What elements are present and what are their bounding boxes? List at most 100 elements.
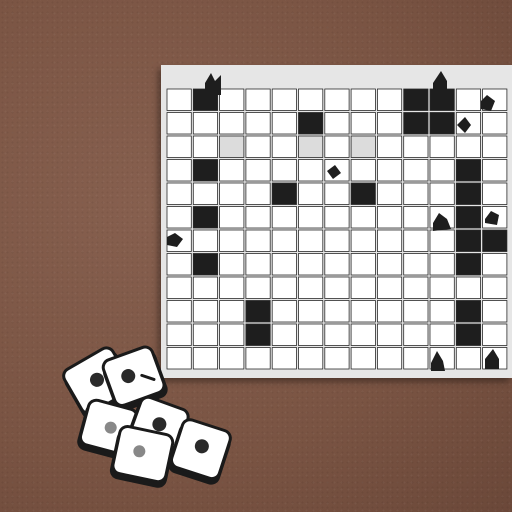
grid-cell[interactable]	[482, 300, 508, 323]
grid-cell[interactable]	[376, 88, 403, 111]
grid-cell[interactable]	[376, 229, 403, 252]
grid-cell[interactable]	[429, 135, 455, 158]
grid-cell[interactable]	[324, 88, 350, 111]
grid-cell[interactable]	[403, 253, 429, 276]
grid-cell[interactable]	[271, 276, 297, 299]
grid-cell[interactable]	[455, 347, 481, 370]
grid-cell[interactable]	[376, 253, 403, 276]
grid-cell[interactable]	[245, 276, 271, 299]
grid-cell[interactable]	[271, 253, 297, 276]
grid-cell-shaded[interactable]	[298, 135, 324, 158]
grid-cell[interactable]	[192, 276, 218, 299]
grid-cell[interactable]	[298, 182, 324, 205]
grid-cell[interactable]	[271, 229, 297, 252]
grid-cell[interactable]	[376, 347, 403, 370]
grid-cell[interactable]	[192, 347, 218, 370]
grid-cell[interactable]	[219, 159, 245, 182]
grid-cell[interactable]	[350, 347, 376, 370]
grid-cell[interactable]	[403, 159, 429, 182]
grid-cell[interactable]	[245, 229, 271, 252]
grid-cell[interactable]	[245, 159, 271, 182]
grid-cell[interactable]	[298, 229, 324, 252]
grid-cell[interactable]	[166, 300, 192, 323]
grid-cell[interactable]	[403, 182, 429, 205]
grid-cell[interactable]	[324, 135, 350, 158]
grid-cell[interactable]	[245, 135, 271, 158]
grid-cell[interactable]	[298, 206, 324, 229]
grid-cell[interactable]	[192, 300, 218, 323]
grid-cell[interactable]	[271, 159, 297, 182]
grid-cell[interactable]	[271, 112, 297, 135]
grid-cell[interactable]	[482, 276, 508, 299]
grid-cell[interactable]	[245, 88, 271, 111]
grid-cell[interactable]	[245, 182, 271, 205]
grid-cell[interactable]	[455, 135, 481, 158]
grid-cell[interactable]	[298, 159, 324, 182]
grid-cell[interactable]	[376, 206, 403, 229]
grid-cell[interactable]	[482, 135, 508, 158]
grid-cell[interactable]	[482, 159, 508, 182]
grid-cell[interactable]	[324, 112, 350, 135]
grid-cell[interactable]	[324, 229, 350, 252]
grid-cell[interactable]	[350, 276, 376, 299]
grid-cell[interactable]	[429, 159, 455, 182]
grid-cell[interactable]	[271, 347, 297, 370]
grid-cell[interactable]	[350, 159, 376, 182]
grid-cell[interactable]	[219, 253, 245, 276]
grid-cell-shaded[interactable]	[219, 135, 245, 158]
grid-cell[interactable]	[271, 300, 297, 323]
grid-cell[interactable]	[376, 182, 403, 205]
grid-cell[interactable]	[166, 253, 192, 276]
grid-cell[interactable]	[324, 253, 350, 276]
grid-cell[interactable]	[324, 182, 350, 205]
grid-cell[interactable]	[219, 206, 245, 229]
grid-cell[interactable]	[403, 206, 429, 229]
grid-cell[interactable]	[376, 276, 403, 299]
grid-cell[interactable]	[429, 253, 455, 276]
grid-cell[interactable]	[166, 112, 192, 135]
grid-cell[interactable]	[219, 300, 245, 323]
grid-cell[interactable]	[455, 276, 481, 299]
grid-cell[interactable]	[192, 112, 218, 135]
grid-cell[interactable]	[219, 229, 245, 252]
grid-cell[interactable]	[403, 300, 429, 323]
grid-cell[interactable]	[376, 323, 403, 346]
grid-cell[interactable]	[350, 206, 376, 229]
grid-cell[interactable]	[350, 229, 376, 252]
grid-cell[interactable]	[298, 323, 324, 346]
grid-cell[interactable]	[482, 182, 508, 205]
grid-cell[interactable]	[298, 276, 324, 299]
grid-cell[interactable]	[166, 135, 192, 158]
grid-cell[interactable]	[245, 206, 271, 229]
grid-cell[interactable]	[166, 323, 192, 346]
grid-cell[interactable]	[403, 135, 429, 158]
grid-cell[interactable]	[219, 112, 245, 135]
grid-cell[interactable]	[298, 300, 324, 323]
grid-cell[interactable]	[429, 182, 455, 205]
grid-cell[interactable]	[455, 88, 481, 111]
grid-cell[interactable]	[350, 88, 376, 111]
grid-cell[interactable]	[376, 112, 403, 135]
grid-cell[interactable]	[219, 182, 245, 205]
grid-cell[interactable]	[429, 323, 455, 346]
grid-cell[interactable]	[298, 88, 324, 111]
grid-cell[interactable]	[429, 300, 455, 323]
grid-cell[interactable]	[324, 347, 350, 370]
grid-cell[interactable]	[192, 323, 218, 346]
grid-cell[interactable]	[324, 300, 350, 323]
grid-cell-shaded[interactable]	[350, 135, 376, 158]
grid-cell[interactable]	[482, 253, 508, 276]
grid-cell[interactable]	[324, 323, 350, 346]
grid-cell[interactable]	[192, 229, 218, 252]
grid-cell[interactable]	[482, 112, 508, 135]
grid-cell[interactable]	[166, 347, 192, 370]
grid-cell[interactable]	[403, 276, 429, 299]
grid-cell[interactable]	[350, 112, 376, 135]
grid-cell[interactable]	[298, 253, 324, 276]
grid-cell[interactable]	[271, 206, 297, 229]
grid-cell[interactable]	[245, 112, 271, 135]
grid-cell[interactable]	[219, 276, 245, 299]
grid-cell[interactable]	[429, 229, 455, 252]
grid-cell[interactable]	[324, 276, 350, 299]
grid-cell[interactable]	[166, 159, 192, 182]
